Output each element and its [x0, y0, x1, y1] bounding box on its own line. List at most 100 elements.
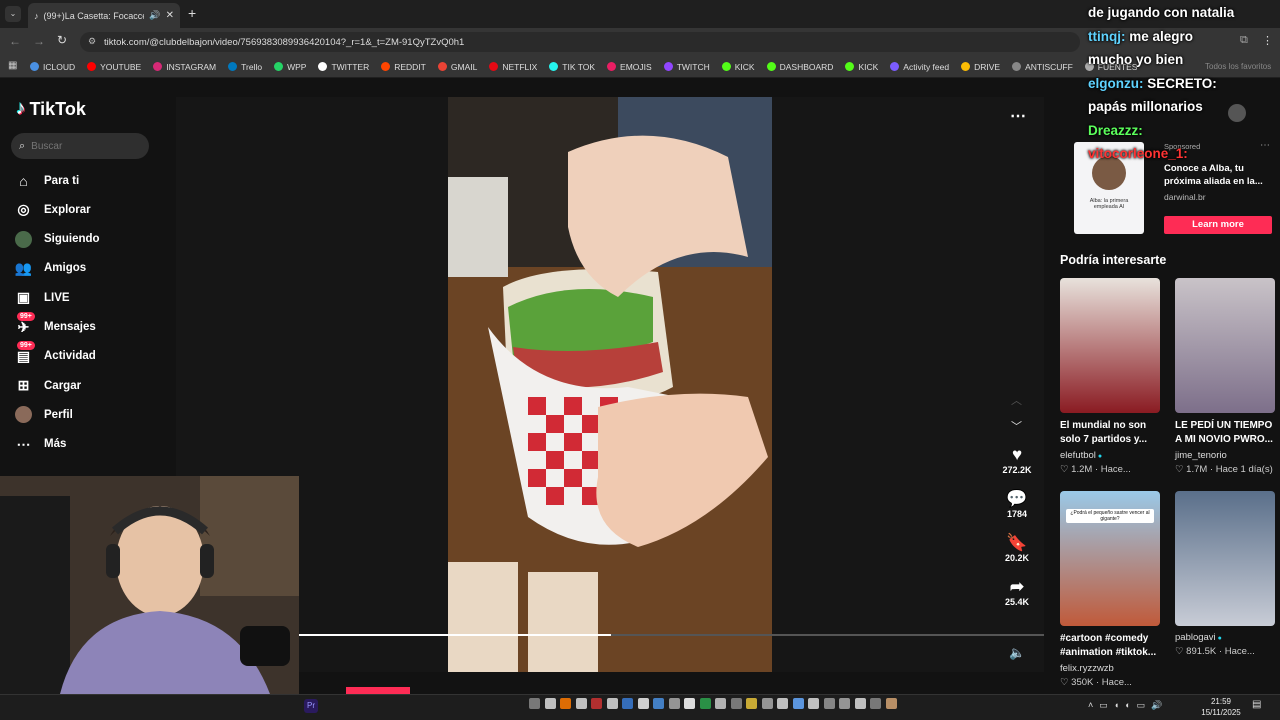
bookmark-trello[interactable]: Trello	[228, 62, 262, 72]
taskbar-app-icon[interactable]	[699, 698, 711, 709]
sidebar-item-más[interactable]: ⋯ Más	[15, 436, 67, 453]
bookmark-emojis[interactable]: EMOJIS	[607, 62, 652, 72]
bookmark-netflix[interactable]: NETFLIX	[489, 62, 537, 72]
taskbar-app-icon[interactable]	[622, 698, 633, 709]
next-video-icon[interactable]: ﹀	[1011, 418, 1022, 434]
sidebar-item-explorar[interactable]: ◎ Explorar	[15, 201, 90, 218]
bookmark-twitter[interactable]: TWITTER	[318, 62, 369, 72]
recommendation-author[interactable]: felix.ryzzwzb	[1060, 663, 1114, 674]
recommendation-thumbnail[interactable]	[1175, 491, 1275, 626]
search-input[interactable]	[31, 140, 132, 152]
notifications-icon[interactable]: ▤	[1252, 699, 1261, 710]
close-tab-icon[interactable]: ✕	[166, 10, 174, 21]
taskbar-app-icon[interactable]	[746, 698, 757, 709]
sidebar-item-actividad[interactable]: ▤ 99+ Actividad	[15, 340, 96, 365]
recommendation-author[interactable]: jime_tenorio	[1175, 450, 1227, 461]
taskbar-app-icon[interactable]	[761, 698, 773, 709]
taskbar-app-icon[interactable]	[653, 698, 664, 709]
sidebar-item-live[interactable]: ▣ LIVE	[15, 289, 70, 306]
clock[interactable]: 21:59 15/11/2025	[1198, 696, 1244, 718]
comment-action[interactable]: 💬 1784	[1000, 489, 1034, 519]
taskbar-app-icon[interactable]	[730, 698, 742, 709]
bookmark-gmail[interactable]: GMAIL	[437, 62, 477, 72]
ad-learn-more-button[interactable]: Learn more	[1164, 216, 1272, 234]
bookmark-instagram[interactable]: INSTAGRAM	[153, 62, 216, 72]
recommendation-title[interactable]: #cartoon #comedy #animation #tiktok...	[1060, 632, 1166, 660]
recommendation-author[interactable]: elefutbol ●	[1060, 450, 1102, 461]
taskbar-app-icon[interactable]	[885, 698, 897, 709]
bookmark-youtube[interactable]: YOUTUBE	[87, 62, 141, 72]
taskbar-app-icon[interactable]	[668, 698, 680, 709]
taskbar-app-icon[interactable]	[777, 698, 788, 709]
taskbar-app-icon[interactable]	[715, 698, 726, 709]
all-favorites-label[interactable]: Todos los favoritos	[1205, 62, 1271, 71]
video-player[interactable]	[448, 97, 772, 672]
taskbar-app-icon[interactable]	[637, 698, 649, 709]
menu-icon[interactable]: ⋮	[1262, 34, 1273, 47]
save-action[interactable]: 🔖 20.2K	[1000, 533, 1034, 563]
tiktok-favicon-icon: ♪	[34, 10, 39, 21]
forward-icon[interactable]: →	[33, 34, 45, 48]
site-info-icon[interactable]: ⚙	[88, 36, 96, 47]
bookmark-icon	[87, 62, 97, 71]
bookmark-antiscuff[interactable]: ANTISCUFF	[1012, 62, 1073, 72]
taskbar-app-icon[interactable]	[808, 698, 819, 709]
premiere-app-icon[interactable]: Pr	[304, 699, 318, 713]
address-bar[interactable]: ⚙ tiktok.com/@clubdelbajon/video/7569383…	[80, 32, 1080, 52]
extensions-icon[interactable]: ⧉	[1240, 34, 1248, 47]
share-action[interactable]: ➦ 25.4K	[1000, 577, 1034, 607]
recommendation-title[interactable]: El mundial no son solo 7 partidos y...	[1060, 419, 1166, 447]
like-count: 891.5K ·	[1186, 646, 1225, 657]
taskbar-app-icon[interactable]	[606, 698, 618, 709]
taskbar-app-icon[interactable]	[823, 698, 835, 709]
tab-list-button[interactable]: ⌄	[5, 6, 21, 22]
bookmark-kick[interactable]: KICK	[845, 62, 878, 72]
taskbar-app-icon[interactable]	[839, 698, 850, 709]
new-tab-button[interactable]: +	[188, 5, 196, 21]
taskbar-app-icon[interactable]	[684, 698, 695, 709]
bookmark-twitch[interactable]: TWITCH	[663, 62, 710, 72]
sidebar-item-para-ti[interactable]: ⌂ Para ti	[15, 172, 79, 189]
sidebar-item-perfil[interactable]: Perfil	[15, 406, 73, 424]
taskbar-app-icon[interactable]	[560, 698, 571, 709]
bookmark-wpp[interactable]: WPP	[274, 62, 306, 72]
volume-icon[interactable]: 🔈	[1009, 645, 1025, 661]
like-action[interactable]: ♥ 272.2K	[1000, 445, 1034, 475]
bookmark-icloud[interactable]: ICLOUD	[30, 62, 75, 72]
bookmark-activity-feed[interactable]: Activity feed	[890, 62, 949, 72]
ad-domain: darwinal.br	[1164, 192, 1206, 202]
recommendation-title[interactable]: LE PEDÍ UN TIEMPO A MI NOVIO PWRO...	[1175, 419, 1280, 447]
bookmark-tik-tok[interactable]: TIK TOK	[549, 62, 595, 72]
taskbar-app-icon[interactable]	[792, 698, 804, 709]
recommendation-thumbnail[interactable]: ¿Podrá el pequeño sastre vencer al gigan…	[1060, 491, 1160, 626]
reload-icon[interactable]: ↻	[57, 33, 67, 47]
ad-more-icon[interactable]: ⋯	[1260, 140, 1270, 151]
bookmark-reddit[interactable]: REDDIT	[381, 62, 426, 72]
back-icon[interactable]: ←	[9, 34, 21, 48]
browser-tab[interactable]: ♪ (99+)La Casetta: Focacceria 🔊 ✕	[28, 3, 180, 28]
apps-icon[interactable]: ▦	[8, 60, 17, 71]
bookmark-icon	[845, 62, 855, 71]
previous-video-icon[interactable]: ︿	[1011, 392, 1022, 408]
sidebar-item-amigos[interactable]: 👥 Amigos	[15, 260, 86, 277]
taskbar-app-icon[interactable]	[870, 698, 881, 709]
recommendation-thumbnail[interactable]	[1175, 278, 1275, 413]
sidebar-item-siguiendo[interactable]: Siguiendo	[15, 230, 100, 248]
taskbar-app-icon[interactable]	[529, 698, 540, 709]
taskbar-app-icon[interactable]	[854, 698, 866, 709]
taskbar-app-icon[interactable]	[544, 698, 556, 709]
sidebar-item-mensajes[interactable]: ✈ 99+ Mensajes	[15, 311, 96, 336]
progress-track[interactable]	[298, 634, 1044, 636]
bookmark-kick[interactable]: KICK	[721, 62, 755, 72]
recommendation-thumbnail[interactable]	[1060, 278, 1160, 413]
taskbar-app-icon[interactable]	[575, 698, 587, 709]
recommendation-author[interactable]: pablogavi ●	[1175, 632, 1222, 643]
tiktok-logo[interactable]: ♪ TikTok	[16, 98, 86, 120]
audio-playing-icon[interactable]: 🔊	[149, 10, 160, 21]
bookmark-drive[interactable]: DRIVE	[961, 62, 1000, 72]
bookmark-dashboard[interactable]: DASHBOARD	[766, 62, 833, 72]
more-options-icon[interactable]: ⋯	[1010, 106, 1026, 126]
taskbar-app-icon[interactable]	[591, 698, 602, 709]
sidebar-item-cargar[interactable]: ⊞ Cargar	[15, 377, 81, 394]
search-box[interactable]: ⌕	[11, 133, 149, 159]
